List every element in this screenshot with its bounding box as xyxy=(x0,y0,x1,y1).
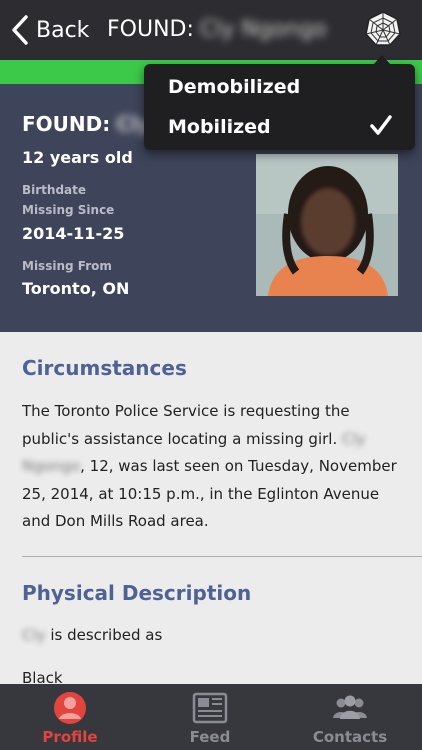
race-text: Black xyxy=(22,669,63,684)
missing-since-value: 2014-11-25 xyxy=(22,224,125,243)
chevron-left-icon xyxy=(12,15,28,45)
missing-person-photo xyxy=(256,154,398,296)
back-button[interactable]: Back xyxy=(10,12,89,48)
person-icon xyxy=(54,692,86,724)
photo-illustration xyxy=(256,154,398,296)
circumstances-title: Circumstances xyxy=(22,356,187,380)
found-prefix: FOUND: xyxy=(22,112,111,136)
missing-since-label: Missing Since xyxy=(22,203,115,217)
newspaper-icon xyxy=(192,692,228,724)
age-text: 12 years old xyxy=(22,148,133,167)
missing-from-label: Missing From xyxy=(22,259,112,273)
physical-description-title: Physical Description xyxy=(22,581,252,605)
menu-item-mobilized[interactable]: Mobilized xyxy=(168,116,271,138)
status-dropdown-menu: Demobilized Mobilized xyxy=(144,55,415,150)
tab-bar: Profile Feed Contacts xyxy=(0,684,422,750)
section-divider xyxy=(22,556,422,557)
tab-contacts[interactable]: Contacts xyxy=(280,684,420,750)
circumstances-text: The Toronto Police Service is requesting… xyxy=(22,398,402,536)
tab-profile[interactable]: Profile xyxy=(0,684,140,750)
tab-feed-label: Feed xyxy=(189,728,231,746)
nav-title-prefix: FOUND: xyxy=(107,17,194,42)
nav-title: FOUND: Cly Ngongo xyxy=(107,17,327,42)
back-label: Back xyxy=(36,17,90,43)
spiderweb-icon[interactable] xyxy=(364,10,402,48)
physical-description-text: Cly is described as xyxy=(22,622,402,650)
physical-name: Cly xyxy=(22,626,46,644)
birthdate-label: Birthdate xyxy=(22,183,87,197)
menu-item-demobilized[interactable]: Demobilized xyxy=(168,76,300,98)
tab-feed[interactable]: Feed xyxy=(140,684,280,750)
tab-contacts-label: Contacts xyxy=(312,728,388,746)
nav-title-name: Cly Ngongo xyxy=(199,17,327,42)
nav-bar: Back FOUND: Cly Ngongo xyxy=(0,0,422,60)
missing-from-value: Toronto, ON xyxy=(22,279,130,298)
checkmark-icon xyxy=(370,115,392,135)
circumstances-text-start: The Toronto Police Service is requesting… xyxy=(22,402,350,448)
people-icon xyxy=(333,695,367,719)
described-as-text: is described as xyxy=(50,626,163,644)
details-content[interactable]: Circumstances The Toronto Police Service… xyxy=(0,332,422,684)
tab-profile-label: Profile xyxy=(42,728,98,746)
